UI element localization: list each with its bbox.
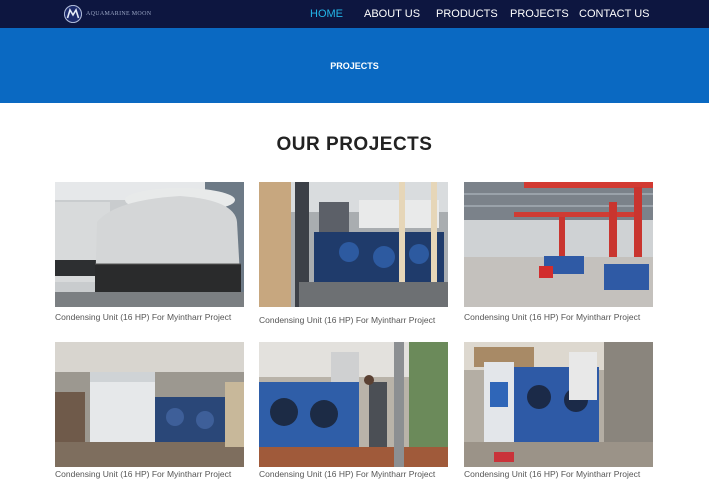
brand-logo[interactable]: AQUAMARINE MOON — [64, 4, 151, 24]
factory-hall-red-pipes-photo[interactable] — [464, 182, 653, 307]
aquamarine-moon-logo-icon — [64, 5, 82, 23]
project-caption: Condensing Unit (16 HP) For Myintharr Pr… — [259, 315, 436, 325]
project-caption: Condensing Unit (16 HP) For Myintharr Pr… — [464, 469, 641, 479]
blue-condensers-worker-photo[interactable] — [259, 342, 448, 467]
nav-item-projects[interactable]: PROJECTS — [510, 8, 569, 20]
project-caption: Condensing Unit (16 HP) For Myintharr Pr… — [464, 312, 641, 322]
condensers-warehouse-photo[interactable] — [464, 342, 653, 467]
nav-item-about-us[interactable]: ABOUT US — [364, 8, 420, 20]
page-banner: PROJECTS — [0, 28, 709, 103]
compressor-rack-photo[interactable] — [55, 342, 244, 467]
banner-title: PROJECTS — [330, 61, 379, 71]
nav-item-home[interactable]: HOME — [310, 8, 343, 20]
section-title: OUR PROJECTS — [276, 134, 433, 155]
project-caption: Condensing Unit (16 HP) For Myintharr Pr… — [259, 469, 436, 479]
condensing-units-row-photo[interactable] — [259, 182, 448, 307]
top-navbar: AQUAMARINE MOON HOME ABOUT US PRODUCTS P… — [0, 0, 709, 28]
project-caption: Condensing Unit (16 HP) For Myintharr Pr… — [55, 469, 232, 479]
nav-item-contact-us[interactable]: CONTACT US — [579, 8, 650, 20]
project-caption: Condensing Unit (16 HP) For Myintharr Pr… — [55, 312, 232, 322]
cooling-tower-photo[interactable] — [55, 182, 244, 307]
nav-item-products[interactable]: PRODUCTS — [436, 8, 498, 20]
brand-name: AQUAMARINE MOON — [86, 11, 152, 17]
